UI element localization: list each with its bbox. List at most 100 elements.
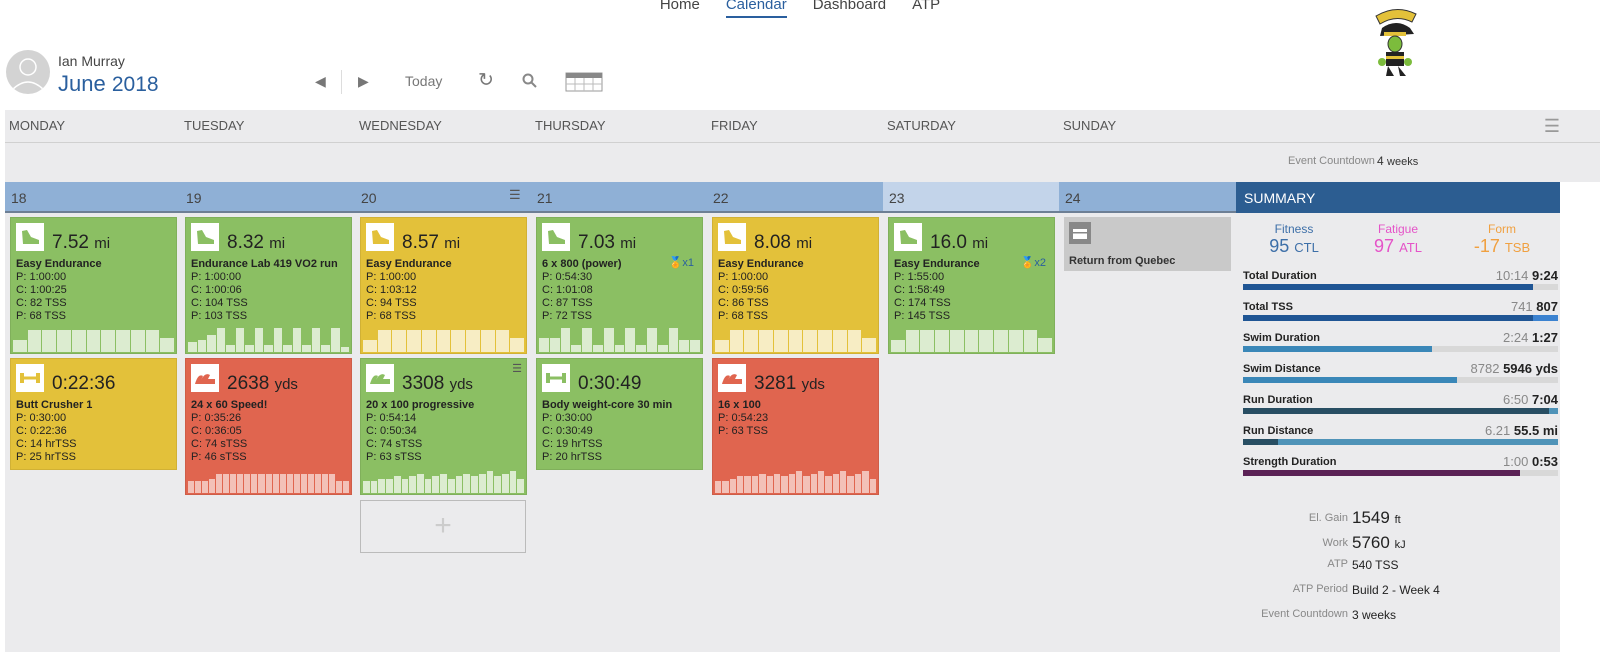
- event-card[interactable]: Return from Quebec: [1064, 217, 1231, 271]
- profile-bar: [335, 481, 343, 493]
- workout-value: 0:30:49: [578, 373, 642, 394]
- profile-bar: [539, 337, 549, 352]
- workout-card[interactable]: 0:22:36 Butt Crusher 1 P: 0:30:00 C: 0:22:…: [10, 358, 177, 470]
- profile-bar: [202, 481, 209, 493]
- workout-title: 24 x 60 Speed!: [191, 399, 268, 411]
- profile-bar: [549, 337, 560, 352]
- profile-bar: [480, 330, 495, 352]
- next-week-button[interactable]: ▶: [358, 73, 369, 90]
- profile-bar: [744, 476, 751, 493]
- nav-home[interactable]: Home: [660, 0, 700, 16]
- profile-bar: [279, 473, 286, 493]
- menu-icon[interactable]: ☰: [1544, 116, 1560, 137]
- workout-card[interactable]: 2638 yds 24 x 60 Speed! P: 0:35:26 C: 0:36:…: [185, 358, 352, 495]
- profile-bar: [343, 481, 350, 493]
- workout-value: 8.57 mi: [402, 232, 461, 253]
- workout-profile-chart: [891, 328, 1053, 352]
- profile-bar: [377, 330, 392, 352]
- workout-metric: P: 20 hrTSS: [542, 451, 602, 463]
- refresh-icon[interactable]: ↻: [478, 69, 494, 92]
- profile-bar: [321, 473, 328, 493]
- add-workout-button[interactable]: +: [360, 500, 526, 553]
- workout-title: Butt Crusher 1: [16, 399, 93, 411]
- profile-bar: [803, 476, 810, 493]
- search-icon[interactable]: [522, 73, 538, 92]
- workout-card[interactable]: 7.52 mi Easy Endurance P: 1:00:00 C: 1:00:2…: [10, 217, 177, 354]
- profile-bar: [311, 328, 321, 352]
- workout-card[interactable]: 0:30:49 Body weight-core 30 min P: 0:30:0…: [536, 358, 703, 470]
- profile-bar: [560, 328, 571, 352]
- nav-dashboard[interactable]: Dashboard: [813, 0, 886, 16]
- progress-fill: [1243, 377, 1458, 383]
- profile-bar: [264, 344, 273, 352]
- workout-card[interactable]: 16.0 mi Easy Endurance P: 1:55:00 C: 1:58:4…: [888, 217, 1055, 354]
- workout-profile-chart: [715, 469, 876, 493]
- workout-metric: P: 103 TSS: [191, 310, 248, 322]
- workout-metric: P: 68 TSS: [718, 310, 768, 322]
- nav-calendar[interactable]: Calendar: [725, 0, 787, 18]
- profile-bar: [847, 476, 854, 493]
- user-silhouette-icon: [11, 58, 45, 91]
- day-header-21[interactable]: 21: [531, 182, 707, 213]
- nav-atp[interactable]: ATP: [912, 0, 940, 16]
- event-countdown-row: Event Countdown 4 weeks: [5, 143, 1600, 182]
- workout-title: Body weight-core 30 min: [542, 399, 673, 411]
- medal-badge: 🏅x1: [668, 257, 694, 269]
- run-shoe-icon: [366, 223, 394, 251]
- summary-progress-bar: [1243, 408, 1558, 414]
- workout-metric: C: 1:00:25: [16, 284, 67, 296]
- calendar-icon[interactable]: [565, 70, 603, 95]
- day-header-19[interactable]: 19: [180, 182, 356, 213]
- profile-bar: [571, 344, 582, 352]
- workout-metric: C: 19 hrTSS: [542, 438, 603, 450]
- day-menu-icon[interactable]: ☰: [509, 187, 521, 203]
- profile-bar: [328, 473, 335, 493]
- day-header-24[interactable]: 24: [1059, 182, 1236, 213]
- weekday-label: FRIDAY: [711, 118, 758, 133]
- day-header-23[interactable]: 23: [883, 182, 1059, 213]
- profile-bar: [1023, 330, 1038, 352]
- workout-metric: C: 74 sTSS: [366, 438, 423, 450]
- run-shoe-icon: [542, 223, 570, 251]
- workout-card[interactable]: 8.57 mi Easy Endurance P: 1:00:00 C: 1:03:1…: [360, 217, 527, 354]
- day-header-18[interactable]: 18: [5, 182, 181, 213]
- profile-bar: [392, 330, 407, 352]
- card-menu-icon[interactable]: ☰: [512, 362, 522, 375]
- workout-card[interactable]: 8.08 mi Easy Endurance P: 1:00:00 C: 0:59:5…: [712, 217, 879, 354]
- profile-bar: [370, 481, 378, 493]
- workout-metric: C: 104 TSS: [191, 297, 248, 309]
- workout-value: 7.03 mi: [578, 232, 637, 253]
- workout-card[interactable]: 3281 yds 16 x 100 P: 0:54:23 P: 63 TSS: [712, 358, 879, 495]
- day-header-20[interactable]: 20: [355, 182, 531, 213]
- profile-bar: [386, 478, 393, 493]
- workout-metric: P: 63 TSS: [718, 425, 768, 437]
- fitness-metric: Fitness 95 CTL: [1269, 222, 1319, 256]
- swim-wave-icon: [718, 364, 746, 392]
- profile-bar: [766, 476, 773, 493]
- workout-title: Easy Endurance: [366, 258, 452, 270]
- workout-metric: P: 25 hrTSS: [16, 451, 76, 463]
- profile-bar: [237, 473, 244, 493]
- workout-value: 3281 yds: [754, 373, 825, 394]
- summary-row: Total Duration 10:14 9:24: [1243, 268, 1558, 290]
- workout-card[interactable]: 8.32 mi Endurance Lab 419 VO2 run P: 1:00:…: [185, 217, 352, 354]
- profile-bar: [517, 478, 525, 493]
- avatar[interactable]: [6, 50, 50, 94]
- workout-card[interactable]: 3308 yds 20 x 100 progressive P: 0:54:14 C:…: [360, 358, 527, 495]
- profile-bar: [86, 330, 101, 352]
- countdown-value: 4 weeks: [1377, 154, 1419, 168]
- workout-metric: P: 1:00:00: [718, 271, 769, 283]
- prev-week-button[interactable]: ◀: [315, 73, 326, 90]
- workout-metric: P: 1:00:00: [366, 271, 417, 283]
- profile-bar: [509, 471, 517, 493]
- day-header-22[interactable]: 22: [707, 182, 883, 213]
- workout-title: 6 x 800 (power): [542, 258, 622, 270]
- weekday-label: SUNDAY: [1063, 118, 1117, 133]
- workout-card[interactable]: 7.03 mi 6 x 800 (power) P: 0:54:30 C: 1:01:…: [536, 217, 703, 354]
- profile-bar: [273, 328, 283, 352]
- weekday-label: WEDNESDAY: [359, 118, 442, 133]
- today-button[interactable]: Today: [405, 73, 442, 89]
- workout-value: 8.32 mi: [227, 232, 286, 253]
- workout-metric: C: 0:30:49: [542, 425, 593, 437]
- profile-bar: [510, 337, 525, 352]
